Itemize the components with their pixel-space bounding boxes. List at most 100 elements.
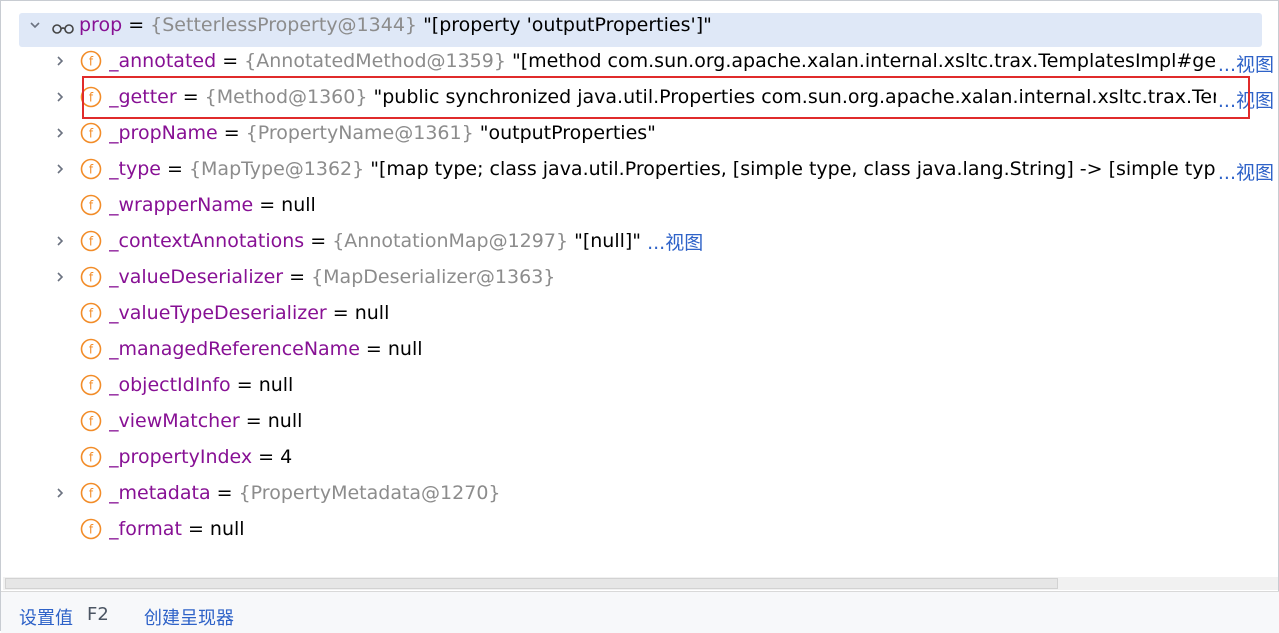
variables-panel: prop = {SetterlessProperty@1344} "[prope…: [0, 0, 1279, 633]
field-row-text: _propertyIndex = 4: [109, 439, 292, 475]
root-eq: =: [128, 14, 145, 36]
field-icon: f: [80, 266, 102, 288]
field-name: _managedReferenceName: [109, 338, 360, 360]
view-link[interactable]: ...视图: [641, 228, 703, 255]
footer-bar: 设置值 F2 创建呈现器: [1, 591, 1279, 633]
field-value: null: [281, 194, 316, 216]
root-row[interactable]: prop = {SetterlessProperty@1344} "[prope…: [1, 7, 1279, 43]
glasses-icon: [51, 18, 75, 34]
field-row-format[interactable]: f _format = null: [1, 511, 1279, 547]
root-type: {SetterlessProperty@1344}: [150, 14, 418, 36]
field-icon: f: [80, 338, 102, 360]
field-row-propName[interactable]: f _propName = {PropertyName@1361} "outpu…: [1, 115, 1279, 151]
root-row-text: prop = {SetterlessProperty@1344} "[prope…: [79, 7, 712, 43]
field-row-metadata[interactable]: f _metadata = {PropertyMetadata@1270}: [1, 475, 1279, 511]
field-name: _metadata: [109, 482, 211, 504]
field-name: _valueDeserializer: [109, 266, 284, 288]
field-row-text: _objectIdInfo = null: [109, 367, 293, 403]
field-value: null: [209, 518, 245, 540]
field-eq: =: [252, 446, 281, 468]
view-link[interactable]: ...视图: [1215, 50, 1274, 77]
field-name: _contextAnnotations: [109, 230, 305, 252]
field-row-text: _propName = {PropertyName@1361} "outputP…: [109, 115, 656, 151]
field-row-type[interactable]: f _type = {MapType@1362} "[map type; cla…: [1, 151, 1279, 187]
field-name: _propertyIndex: [109, 446, 253, 468]
field-row-text: _getter = {Method@1360} "public synchron…: [109, 79, 1219, 115]
field-icon: f: [80, 482, 102, 504]
field-row-text: _format = null: [109, 511, 245, 547]
field-type: {MapDeserializer@1363}: [311, 266, 556, 288]
field-row-viewMatcher[interactable]: f _viewMatcher = null: [1, 403, 1279, 439]
field-icon: f: [80, 50, 102, 72]
root-value: "[property 'outputProperties']": [423, 14, 712, 36]
field-eq: =: [181, 518, 210, 540]
field-type: {PropertyName@1361}: [245, 122, 474, 144]
field-row-valueTypeDeserializer[interactable]: f _valueTypeDeserializer = null: [1, 295, 1279, 331]
field-eq: =: [253, 194, 282, 216]
set-value-shortcut: F2: [87, 604, 109, 625]
field-row-contextAnnotations[interactable]: f _contextAnnotations = {AnnotationMap@1…: [1, 223, 1279, 259]
set-value-link[interactable]: 设置值: [19, 604, 73, 630]
field-row-text: _valueTypeDeserializer = null: [109, 295, 389, 331]
field-row-managedReferenceName[interactable]: f _managedReferenceName = null: [1, 331, 1279, 367]
field-icon: f: [80, 194, 102, 216]
field-icon: f: [80, 410, 102, 432]
field-row-text: _type = {MapType@1362} "[map type; class…: [109, 151, 1219, 187]
field-name: _wrapperName: [109, 194, 254, 216]
create-renderer-link[interactable]: 创建呈现器: [144, 604, 234, 630]
field-value: null: [258, 374, 294, 396]
field-row-annotated[interactable]: f _annotated = {AnnotatedMethod@1359} "[…: [1, 43, 1279, 79]
view-link[interactable]: ...视图: [1215, 86, 1274, 113]
field-type: {PropertyMetadata@1270}: [238, 482, 501, 504]
field-row-text: _annotated = {AnnotatedMethod@1359} "[me…: [109, 43, 1219, 79]
field-eq: =: [239, 410, 268, 432]
field-row-text: _viewMatcher = null: [109, 403, 302, 439]
field-eq: =: [176, 86, 205, 108]
variables-tree: prop = {SetterlessProperty@1344} "[prope…: [1, 7, 1279, 577]
field-eq: =: [359, 338, 388, 360]
field-icon: f: [80, 302, 102, 324]
chevron-down-icon[interactable]: [28, 18, 42, 32]
field-eq: =: [216, 50, 245, 72]
field-row-getter[interactable]: f _getter = {Method@1360} "public synchr…: [1, 79, 1279, 115]
field-icon: f: [80, 122, 102, 144]
chevron-right-icon[interactable]: [53, 270, 67, 284]
field-value: null: [354, 302, 390, 324]
field-eq: =: [210, 482, 239, 504]
chevron-right-icon[interactable]: [53, 162, 67, 176]
field-icon: f: [80, 446, 102, 468]
field-value: "[null]": [568, 230, 642, 252]
field-row-objectIdInfo[interactable]: f _objectIdInfo = null: [1, 367, 1279, 403]
field-eq: =: [230, 374, 259, 396]
field-type: {AnnotationMap@1297}: [332, 230, 569, 252]
field-value: 4: [280, 446, 293, 468]
chevron-right-icon[interactable]: [53, 234, 67, 248]
field-row-wrapperName[interactable]: f _wrapperName = null: [1, 187, 1279, 223]
field-type: {AnnotatedMethod@1359}: [244, 50, 506, 72]
root-name: prop: [79, 14, 123, 36]
chevron-right-icon[interactable]: [53, 54, 67, 68]
field-name: _getter: [109, 86, 177, 108]
field-name: _format: [109, 518, 182, 540]
chevron-right-icon[interactable]: [53, 90, 67, 104]
view-link[interactable]: ...视图: [1215, 158, 1274, 185]
field-eq: =: [160, 158, 189, 180]
field-icon: f: [80, 374, 102, 396]
chevron-right-icon[interactable]: [53, 486, 67, 500]
field-name: _objectIdInfo: [109, 374, 231, 396]
field-row-text: _managedReferenceName = null: [109, 331, 423, 367]
field-row-propertyIndex[interactable]: f _propertyIndex = 4: [1, 439, 1279, 475]
field-name: _valueTypeDeserializer: [109, 302, 327, 324]
field-icon: f: [80, 518, 102, 540]
field-eq: =: [326, 302, 355, 324]
field-icon: f: [80, 86, 102, 108]
field-row-valueDeserializer[interactable]: f _valueDeserializer = {MapDeserializer@…: [1, 259, 1279, 295]
field-name: _viewMatcher: [109, 410, 240, 432]
field-value: "public synchronized java.util.Propertie…: [373, 86, 1219, 108]
field-eq: =: [217, 122, 246, 144]
horizontal-scrollbar-thumb[interactable]: [5, 578, 1058, 589]
field-row-text: _wrapperName = null: [109, 187, 316, 223]
field-row-text: _contextAnnotations = {AnnotationMap@129…: [109, 223, 703, 259]
chevron-right-icon[interactable]: [53, 126, 67, 140]
field-name: _propName: [109, 122, 218, 144]
